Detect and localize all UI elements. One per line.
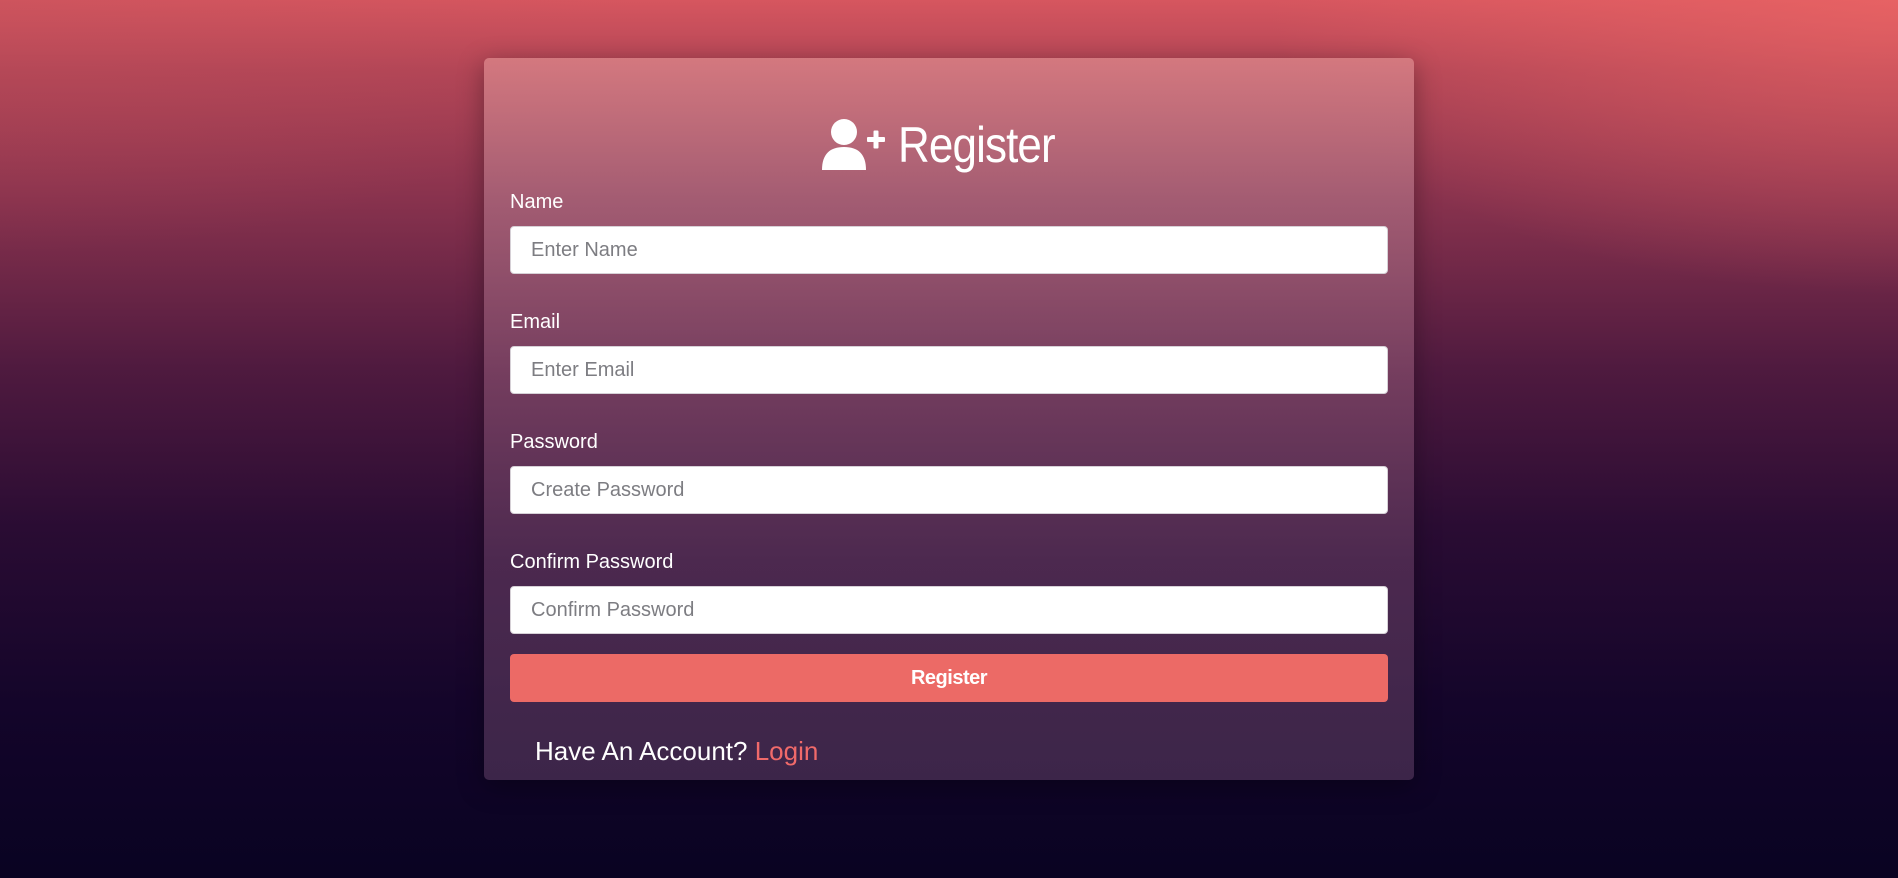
email-field-group: Email	[510, 310, 1388, 394]
register-button[interactable]: Register	[510, 654, 1388, 702]
confirm-password-label: Confirm Password	[510, 551, 674, 573]
name-field-group: Name	[510, 190, 1388, 274]
register-card: Register Name Email Password Confirm Pas…	[484, 58, 1414, 780]
password-field-group: Password	[510, 430, 1388, 514]
login-prompt: Have An Account? Login	[510, 736, 1388, 767]
email-input[interactable]	[510, 346, 1388, 394]
login-link[interactable]: Login	[755, 736, 819, 766]
password-label: Password	[510, 431, 598, 453]
confirm-password-input[interactable]	[510, 586, 1388, 634]
confirm-password-field-group: Confirm Password	[510, 550, 1388, 634]
have-account-text: Have An Account?	[535, 736, 748, 766]
password-input[interactable]	[510, 466, 1388, 514]
name-label: Name	[510, 191, 564, 213]
page-title: Register	[897, 117, 1056, 173]
email-label: Email	[510, 311, 561, 333]
form-heading: Register	[510, 110, 1388, 180]
name-input[interactable]	[510, 226, 1388, 274]
user-plus-icon	[821, 118, 886, 172]
